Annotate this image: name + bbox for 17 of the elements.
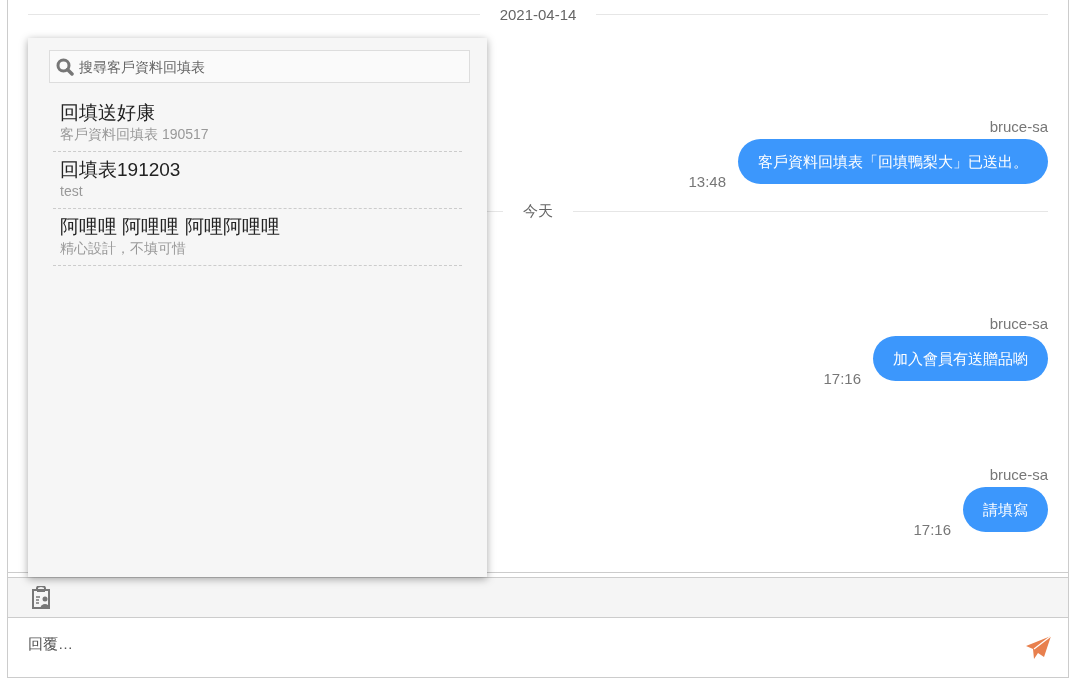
date-label: 2021-04-14 [498,5,578,23]
date-label: 今天 [522,201,554,221]
sender-name: bruce-sa [989,466,1048,483]
form-list-item[interactable]: 阿哩哩 阿哩哩 阿哩阿哩哩 精心設計，不填可惜 [53,209,462,266]
message-bubble: 請填寫 [963,487,1048,532]
search-field[interactable]: 搜尋客戶資料回填表 [49,50,470,83]
sender-name: bruce-sa [989,315,1048,332]
sender-name: bruce-sa [989,118,1048,135]
message-time: 13:48 [688,173,726,190]
message-bubble: 加入會員有送贈品喲 [873,336,1048,381]
form-list-item[interactable]: 回填表191203 test [53,152,462,209]
send-icon[interactable] [1025,635,1052,660]
message-time: 17:16 [823,370,861,387]
clipboard-person-icon[interactable] [30,585,52,610]
message-bubble: 客戶資料回填表「回填鴨梨大」已送出。 [738,139,1048,184]
message-time: 17:16 [913,521,951,538]
form-list-item[interactable]: 回填送好康 客戶資料回填表 190517 [53,101,462,152]
